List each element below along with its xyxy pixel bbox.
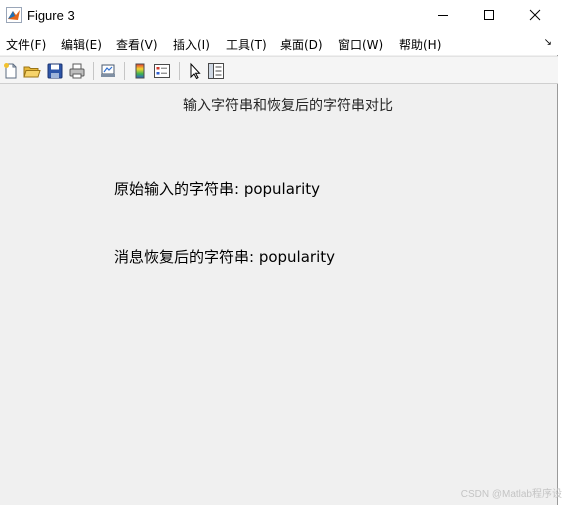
property-inspector-icon[interactable] [207,62,225,80]
figure-title: 输入字符串和恢复后的字符串对比 [183,98,393,114]
menu-edit[interactable]: 编辑(E) [61,36,102,53]
new-figure-icon[interactable] [2,62,20,80]
menu-desktop[interactable]: 桌面(D) [280,36,323,53]
menu-view[interactable]: 查看(V) [116,36,158,53]
legend-icon[interactable] [153,62,171,80]
window-title: Figure 3 [27,8,75,23]
maximize-icon [484,10,494,20]
open-folder-icon[interactable] [23,62,41,80]
minimize-button[interactable] [420,0,466,30]
menu-insert[interactable]: 插入(I) [173,36,210,53]
link-plot-icon[interactable] [99,62,117,80]
figure-window: Figure 3 文件(F) 编辑(E) 查看(V) 插入(I) 工具(T) 桌… [0,0,558,505]
menu-tools[interactable]: 工具(T) [226,36,267,53]
toolbar-separator [124,62,125,80]
pointer-icon[interactable] [186,62,204,80]
colorbar-icon[interactable] [131,62,149,80]
save-icon[interactable] [46,62,64,80]
close-button[interactable] [512,0,558,30]
close-icon [529,9,541,21]
menu-bar: 文件(F) 编辑(E) 查看(V) 插入(I) 工具(T) 桌面(D) 窗口(W… [0,32,558,55]
print-icon[interactable] [68,62,86,80]
dock-arrow-icon[interactable]: ↘ [544,37,552,48]
original-string-text: 原始输入的字符串: popularity [114,180,321,198]
matlab-logo-icon [6,7,22,23]
title-bar[interactable]: Figure 3 [0,0,558,32]
toolbar-separator [179,62,180,80]
csdn-watermark: CSDN @Matlab程序设 [460,489,562,500]
menu-file[interactable]: 文件(F) [6,36,46,53]
maximize-button[interactable] [466,0,512,30]
figure-toolbar [0,56,558,84]
menu-window[interactable]: 窗口(W) [338,36,383,53]
toolbar-separator [93,62,94,80]
menu-help[interactable]: 帮助(H) [399,36,441,53]
recovered-string-text: 消息恢复后的字符串: popularity [114,248,336,266]
minimize-icon [438,15,448,16]
